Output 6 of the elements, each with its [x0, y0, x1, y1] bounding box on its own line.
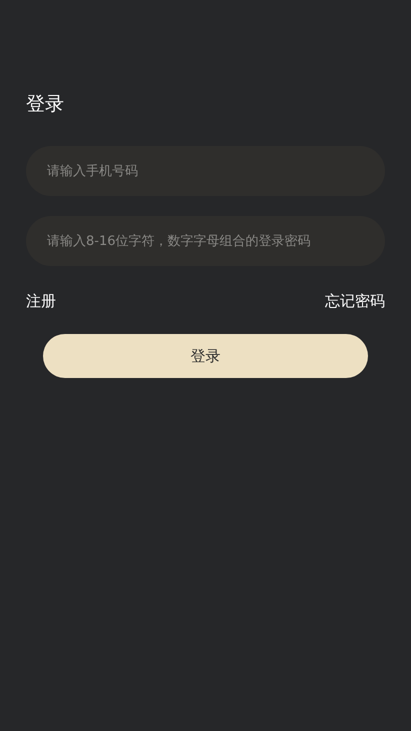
page-title: 登录 — [26, 92, 64, 116]
register-link[interactable]: 注册 — [26, 291, 56, 311]
login-button[interactable]: 登录 — [43, 334, 368, 378]
input-field[interactable]: 请输入8-16位字符，数字字母组合的登录密码 — [26, 216, 385, 266]
forgot-password-link[interactable]: 忘记密码 — [325, 291, 385, 311]
input-field[interactable]: 请输入手机号码 — [26, 146, 385, 196]
